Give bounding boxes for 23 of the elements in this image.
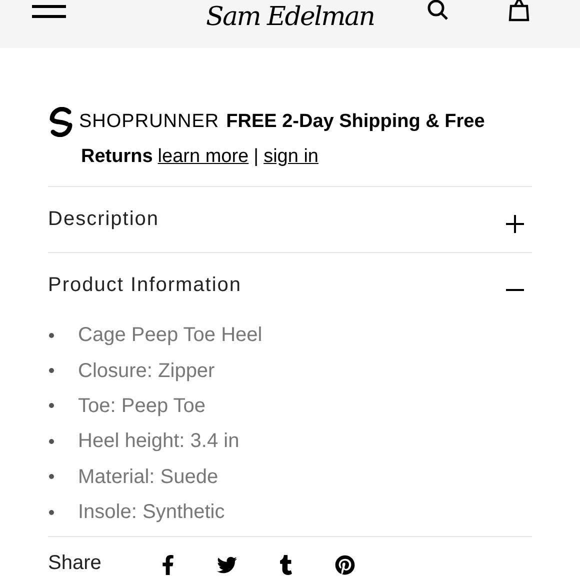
- product-detail-text: Insole: Synthetic: [78, 500, 225, 526]
- shoprunner-logo-icon: [48, 107, 74, 137]
- product-detail-text: Material: Suede: [78, 464, 218, 490]
- search-icon[interactable]: [427, 0, 449, 20]
- product-detail-text: Cage Peep Toe Heel: [78, 323, 262, 348]
- returns-text: Returns: [81, 145, 153, 169]
- plus-icon: [506, 215, 524, 233]
- logo[interactable]: Sam Edelman: [206, 2, 374, 32]
- share-label: Share: [48, 552, 102, 574]
- pinterest-icon[interactable]: [335, 554, 355, 575]
- shopping-bag-icon[interactable]: [507, 0, 531, 22]
- accordion-header[interactable]: Product Information: [48, 252, 532, 318]
- bird-icon[interactable]: [217, 554, 237, 575]
- product-detail-text: Closure: Zipper: [78, 358, 215, 384]
- shipping-message-text: FREE 2-Day Shipping & Free: [226, 110, 485, 134]
- accordion-header[interactable]: Description: [48, 186, 532, 252]
- learn-more-link[interactable]: learn more: [158, 143, 249, 172]
- product-detail-text: Heel height: 3.4 in: [78, 429, 240, 454]
- minus-icon: [506, 289, 524, 291]
- shoprunner-brand: SHOPRUNNER: [79, 110, 220, 134]
- product-detail-text: Toe: Peep Toe: [78, 394, 206, 419]
- link-separator: |: [254, 145, 259, 169]
- sign-in-link[interactable]: sign in: [264, 143, 318, 172]
